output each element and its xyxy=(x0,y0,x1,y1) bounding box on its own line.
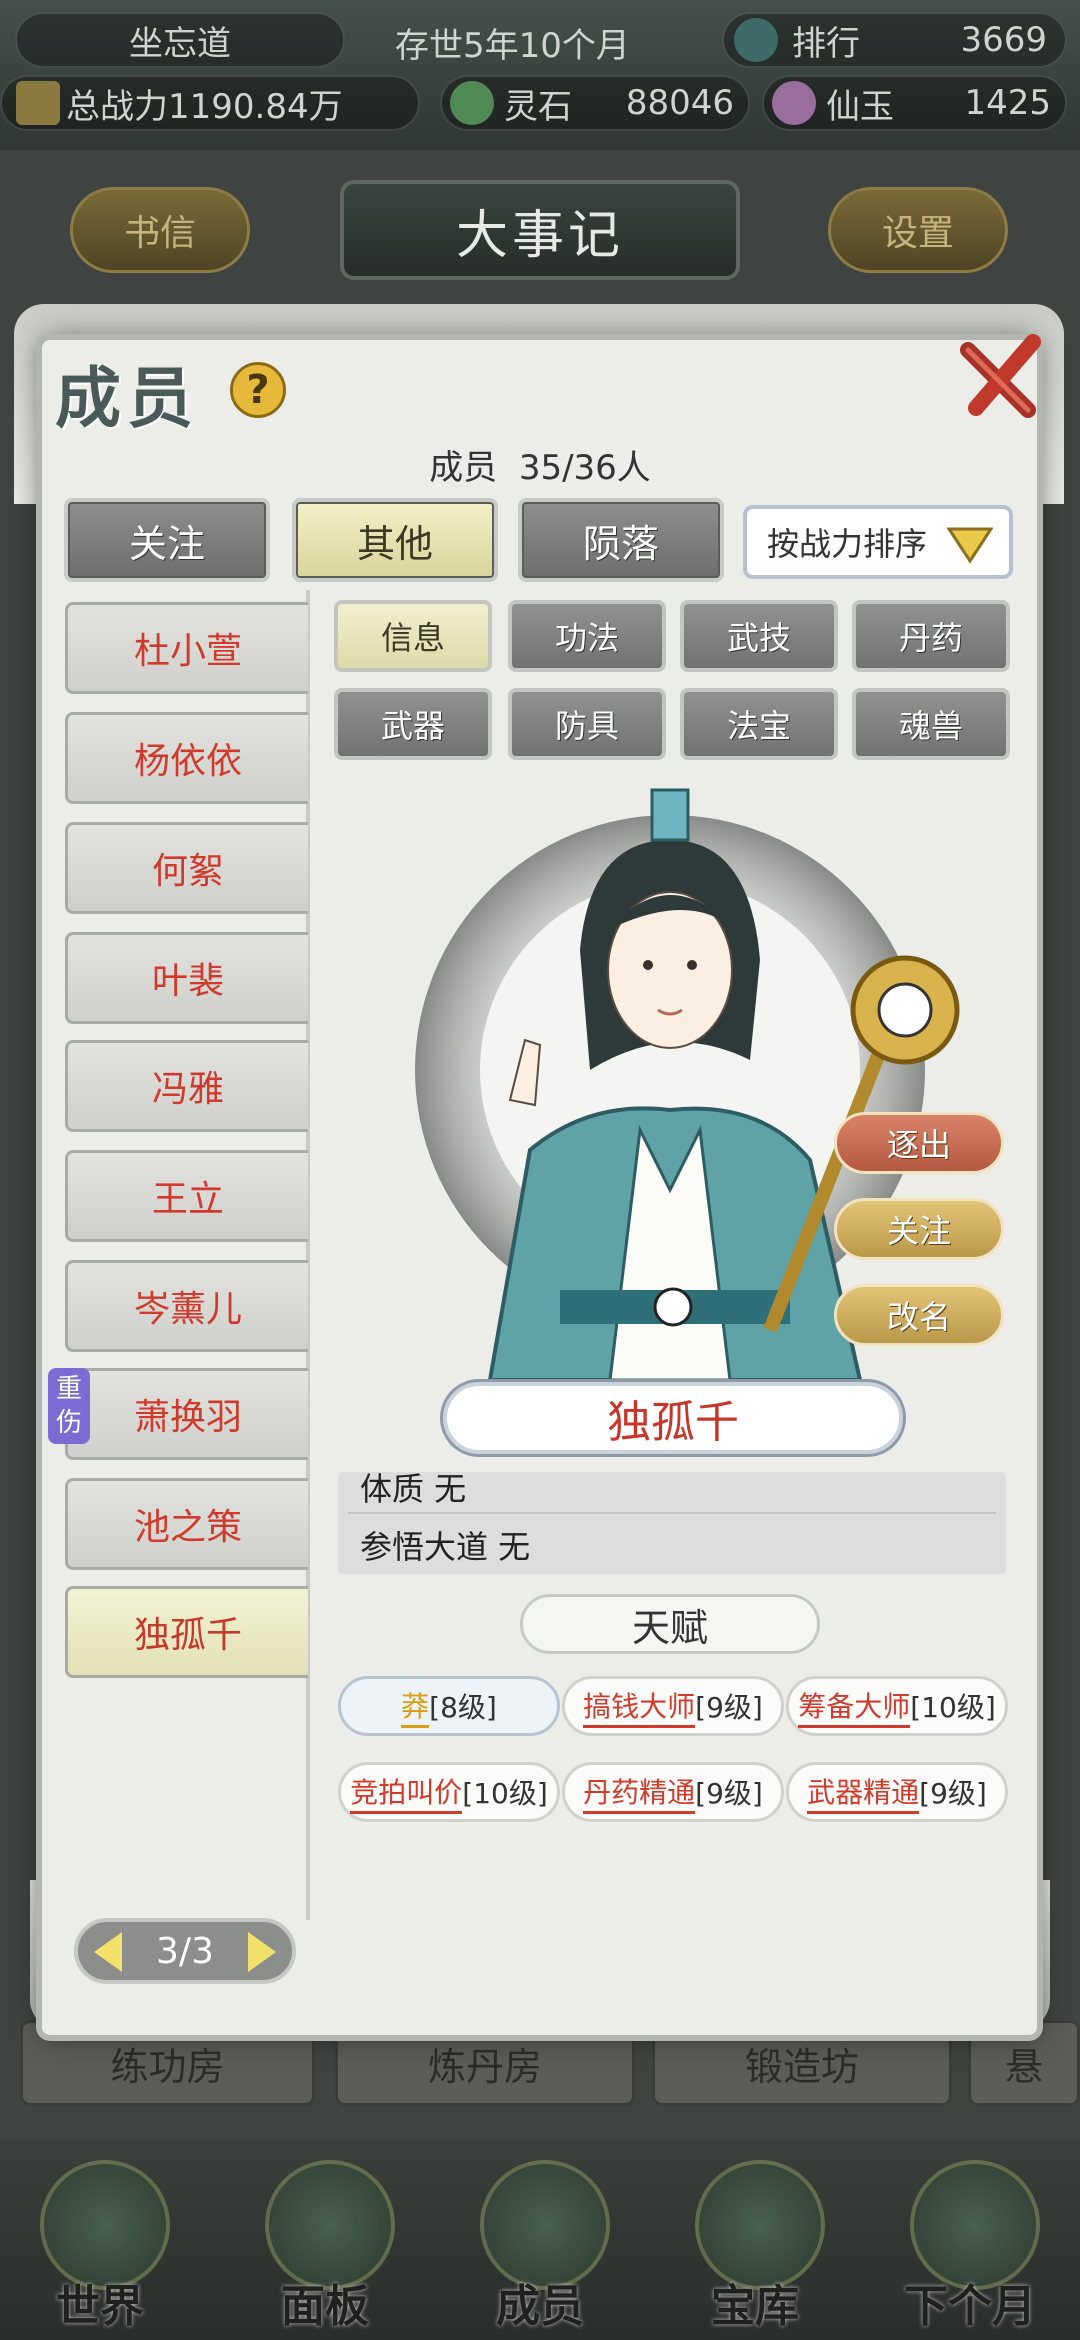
list-item[interactable]: 岑薰儿 xyxy=(65,1260,308,1352)
subtab-armor[interactable]: 防具 xyxy=(508,688,666,760)
subtab-pills[interactable]: 丹药 xyxy=(852,600,1010,672)
list-item[interactable]: 萧换羽 xyxy=(65,1368,308,1460)
settings-button[interactable]: 设置 xyxy=(828,187,1008,273)
letters-button[interactable]: 书信 xyxy=(70,187,250,273)
follow-button[interactable]: 关注 xyxy=(834,1198,1004,1260)
nav-treasury[interactable]: 宝库 xyxy=(665,2140,845,2340)
ranking-pill[interactable]: 排行 3669 xyxy=(722,12,1067,68)
bottom-nav: 世界 面板 成员 宝库 下个月 xyxy=(0,2140,1080,2340)
nav-world-label: 世界 xyxy=(56,2281,144,2332)
spirit-stone-value: 88046 xyxy=(625,83,734,123)
talent-chip[interactable]: 武器精通 [9级] xyxy=(786,1762,1008,1822)
talent-chip[interactable]: 竞拍叫价 [10级] xyxy=(338,1762,560,1822)
talent-name: 搞钱大师 xyxy=(583,1685,696,1728)
talent-level: [10级] xyxy=(462,1777,548,1810)
subtab-info[interactable]: 信息 xyxy=(334,600,492,672)
divider xyxy=(348,1512,996,1514)
jade-pill[interactable]: 仙玉 1425 xyxy=(762,75,1067,131)
nav-panel[interactable]: 面板 xyxy=(235,2140,415,2340)
member-count: 成员 35/36人 xyxy=(0,440,1080,489)
talent-level: [10级] xyxy=(910,1691,996,1724)
member-count-label: 成员 xyxy=(429,448,498,488)
nav-next-month-label: 下个月 xyxy=(904,2281,1036,2332)
chevron-down-icon xyxy=(947,527,993,564)
list-item[interactable]: 杜小萱 xyxy=(65,602,308,694)
jade-label: 仙玉 xyxy=(826,86,894,127)
talent-level: [9级] xyxy=(919,1777,987,1810)
tab-fallen[interactable]: 陨落 xyxy=(518,498,724,582)
pager: 3/3 xyxy=(74,1918,296,1984)
talent-level: [8级] xyxy=(429,1691,497,1724)
subtab-martial[interactable]: 武技 xyxy=(680,600,838,672)
ranking-label: 排行 xyxy=(792,23,860,64)
member-count-value: 35/36人 xyxy=(518,448,651,488)
total-power-pill: 总战力1190.84万 xyxy=(0,75,420,131)
attribute-dao: 参悟大道 无 xyxy=(360,1528,531,1566)
list-item-selected[interactable]: 独孤千 xyxy=(65,1586,308,1678)
talent-name: 丹药精通 xyxy=(583,1771,696,1814)
injury-badge: 重伤 xyxy=(48,1368,90,1444)
spirit-stone-icon xyxy=(450,81,494,125)
list-item[interactable]: 叶裴 xyxy=(65,932,308,1024)
talent-name: 筹备大师 xyxy=(798,1685,911,1728)
jade-icon xyxy=(772,81,816,125)
rename-button[interactable]: 改名 xyxy=(834,1284,1004,1346)
nav-next-month[interactable]: 下个月 xyxy=(880,2140,1060,2340)
subtab-weapon[interactable]: 武器 xyxy=(334,688,492,760)
talent-chip[interactable]: 筹备大师 [10级] xyxy=(786,1676,1008,1736)
help-icon[interactable]: ? xyxy=(230,362,286,418)
list-item[interactable]: 何絮 xyxy=(65,822,308,914)
list-item[interactable]: 王立 xyxy=(65,1150,308,1242)
expel-button[interactable]: 逐出 xyxy=(834,1112,1004,1174)
subtab-artifact[interactable]: 法宝 xyxy=(680,688,838,760)
sort-label: 按战力排序 xyxy=(767,525,928,563)
attribute-constitution: 体质 无 xyxy=(360,1472,467,1508)
prev-page-icon[interactable] xyxy=(94,1932,122,1972)
talent-chip[interactable]: 莽 [8级] xyxy=(338,1676,560,1736)
list-item[interactable]: 冯雅 xyxy=(65,1040,308,1132)
nav-members-label: 成员 xyxy=(496,2281,584,2332)
character-name: 独孤千 xyxy=(443,1382,903,1454)
talent-name: 武器精通 xyxy=(807,1771,920,1814)
nav-members[interactable]: 成员 xyxy=(450,2140,630,2340)
power-icon xyxy=(16,81,60,125)
talent-chip[interactable]: 搞钱大师 [9级] xyxy=(562,1676,784,1736)
jade-value: 1425 xyxy=(964,83,1051,123)
tab-other[interactable]: 其他 xyxy=(292,498,498,582)
sect-name: 坐忘道 xyxy=(129,23,231,64)
subtab-skills[interactable]: 功法 xyxy=(508,600,666,672)
ranking-icon xyxy=(734,18,778,62)
sect-name-pill[interactable]: 坐忘道 xyxy=(15,12,345,68)
modal-title: 成员 xyxy=(55,360,199,437)
close-icon[interactable] xyxy=(958,330,1048,420)
next-page-icon[interactable] xyxy=(248,1932,276,1972)
list-item[interactable]: 池之策 xyxy=(65,1478,308,1570)
top-status-bar: 坐忘道 存世5年10个月 排行 3669 总战力1190.84万 灵石 8804… xyxy=(0,0,1080,150)
nav-panel-label: 面板 xyxy=(281,2281,369,2332)
ranking-value: 3669 xyxy=(960,20,1047,60)
total-power: 总战力1190.84万 xyxy=(66,86,343,127)
list-item[interactable]: 杨依依 xyxy=(65,712,308,804)
spirit-stone-pill[interactable]: 灵石 88046 xyxy=(440,75,750,131)
subtab-beast[interactable]: 魂兽 xyxy=(852,688,1010,760)
page-indicator: 3/3 xyxy=(156,1930,214,1972)
talent-level: [9级] xyxy=(695,1691,763,1724)
nav-treasury-label: 宝库 xyxy=(711,2281,799,2332)
chronicle-title: 大事记 xyxy=(340,180,740,280)
attribute-panel: 体质 无 参悟大道 无 xyxy=(338,1472,1006,1574)
talent-name: 莽 xyxy=(401,1685,430,1728)
game-time: 存世5年10个月 xyxy=(395,26,630,66)
tab-follow[interactable]: 关注 xyxy=(64,498,270,582)
talent-name: 竞拍叫价 xyxy=(350,1771,463,1814)
sort-dropdown[interactable]: 按战力排序 xyxy=(743,505,1013,579)
nav-world[interactable]: 世界 xyxy=(10,2140,190,2340)
spirit-stone-label: 灵石 xyxy=(504,86,572,127)
talent-header: 天赋 xyxy=(520,1594,820,1654)
talent-chip[interactable]: 丹药精通 [9级] xyxy=(562,1762,784,1822)
talent-level: [9级] xyxy=(695,1777,763,1810)
